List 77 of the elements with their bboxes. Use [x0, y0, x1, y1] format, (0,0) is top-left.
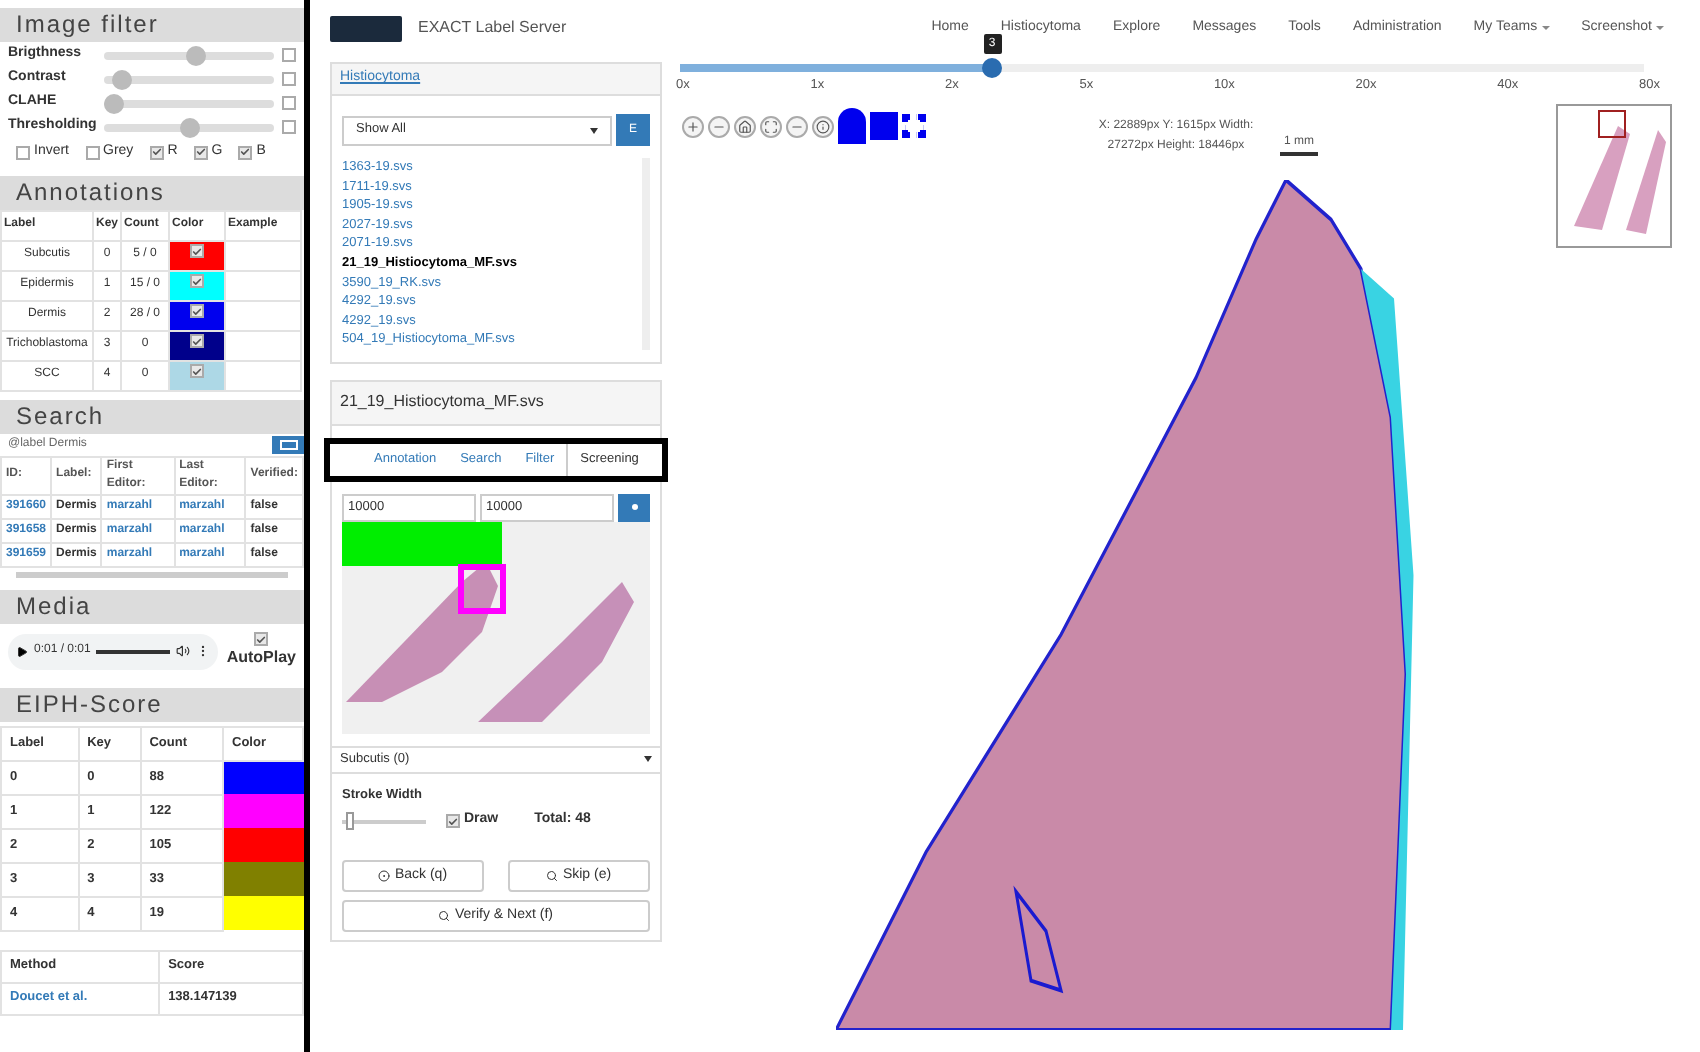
- slider-thumb[interactable]: [179, 117, 199, 137]
- checkbox-label: AutoPlay: [226, 646, 296, 670]
- go-button[interactable]: [618, 493, 650, 522]
- color-swatch[interactable]: [169, 360, 225, 390]
- volume-icon[interactable]: [176, 644, 191, 658]
- check-icon: [240, 146, 251, 159]
- slider[interactable]: [104, 117, 274, 137]
- tool-icon: [816, 119, 830, 133]
- tool-icon: [686, 119, 700, 133]
- viewport-frame: [1598, 110, 1626, 138]
- slider-thumb[interactable]: [186, 45, 207, 65]
- checkbox[interactable]: [282, 96, 296, 110]
- slider-thumb[interactable]: [345, 812, 354, 831]
- zoom-slider[interactable]: [680, 58, 1644, 78]
- checkbox[interactable]: [149, 145, 164, 160]
- slider-thumb[interactable]: [111, 69, 132, 89]
- checkbox[interactable]: [190, 334, 204, 349]
- section-header: Annotations: [0, 175, 304, 209]
- search-icon: [438, 909, 451, 922]
- check-icon: [192, 275, 202, 288]
- caret-icon: [590, 127, 598, 133]
- color-swatch[interactable]: [169, 240, 225, 270]
- caret-icon: [1541, 26, 1550, 30]
- section-header: Image filter: [0, 8, 304, 42]
- caret-icon: [1656, 26, 1664, 30]
- shape-tool-icon[interactable]: [838, 108, 866, 144]
- checkbox[interactable]: [238, 145, 253, 160]
- color-swatch[interactable]: [169, 300, 225, 330]
- color-swatch[interactable]: [169, 330, 225, 360]
- check-icon: [192, 335, 202, 348]
- check-icon: [192, 365, 202, 378]
- search-button[interactable]: [272, 435, 304, 453]
- image-title: 21_19_Histiocytoma_MF.svs: [340, 390, 544, 415]
- check-icon: [448, 815, 458, 828]
- caret-icon: [644, 756, 652, 763]
- slider[interactable]: [104, 69, 274, 89]
- slider-thumb[interactable]: [104, 93, 124, 113]
- logo-icon[interactable]: [330, 15, 402, 41]
- checkbox[interactable]: [282, 120, 296, 134]
- section-header: Search: [0, 399, 304, 433]
- search-icon: [546, 869, 559, 882]
- checkbox[interactable]: [190, 364, 204, 379]
- play-icon[interactable]: [16, 645, 28, 657]
- checkbox[interactable]: [190, 244, 204, 259]
- checkbox[interactable]: [190, 274, 204, 289]
- overview-map[interactable]: [1556, 104, 1672, 248]
- color-swatch[interactable]: [169, 270, 225, 300]
- tool-icon: [764, 119, 778, 133]
- checkbox[interactable]: [190, 304, 204, 319]
- section-header: EIPH-Score: [0, 687, 304, 721]
- check-icon: [151, 146, 162, 159]
- checkbox[interactable]: [193, 145, 208, 160]
- zoom-thumb[interactable]: [982, 58, 1003, 78]
- check-icon: [195, 146, 206, 159]
- check-icon: [256, 633, 267, 645]
- checkbox[interactable]: [16, 145, 30, 160]
- rectangle-icon: [279, 439, 297, 449]
- toolbar-button[interactable]: [734, 115, 756, 137]
- slider[interactable]: [104, 45, 274, 65]
- slider[interactable]: [342, 812, 426, 831]
- toolbar-button[interactable]: [760, 115, 782, 137]
- check-icon: [192, 305, 202, 318]
- section-header: Media: [0, 589, 304, 623]
- grid-tool-icon[interactable]: [902, 114, 926, 138]
- checkbox[interactable]: [282, 48, 296, 62]
- tool-icon: [738, 119, 752, 133]
- checkbox[interactable]: [282, 72, 296, 86]
- checkbox[interactable]: [446, 814, 460, 829]
- slider[interactable]: [104, 93, 274, 113]
- toolbar-button[interactable]: [812, 115, 834, 137]
- selection-frame: [458, 563, 506, 614]
- toolbar-button[interactable]: [682, 115, 704, 137]
- checkbox[interactable]: [85, 145, 100, 160]
- brand-title[interactable]: EXACT Label Server: [418, 16, 567, 40]
- back-icon: [378, 869, 391, 882]
- check-icon: [192, 245, 202, 258]
- checkbox[interactable]: [254, 632, 269, 646]
